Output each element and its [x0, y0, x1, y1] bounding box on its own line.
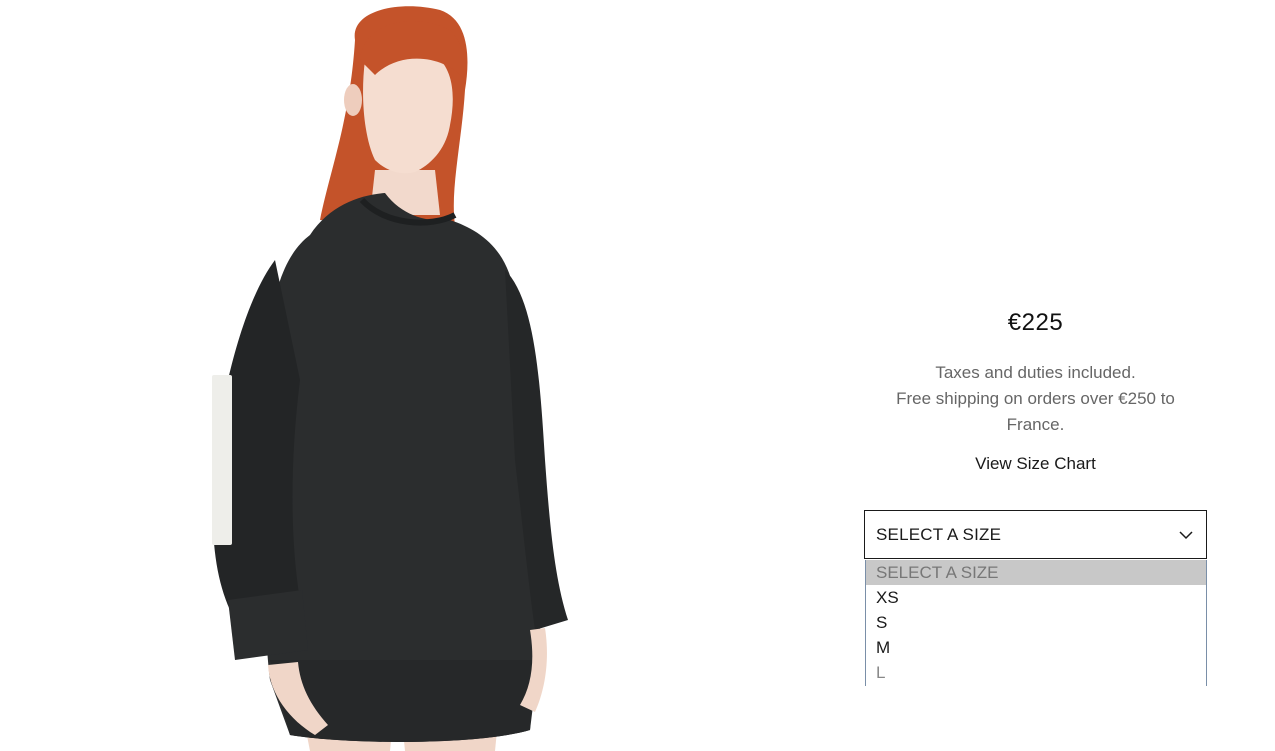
tax-note: Taxes and duties included.	[935, 363, 1136, 382]
size-option[interactable]: M	[866, 635, 1206, 660]
chevron-down-icon	[1179, 531, 1193, 540]
product-price: €225	[1007, 309, 1064, 336]
shipping-note: Free shipping on orders over €250 to Fra…	[896, 389, 1175, 434]
view-size-chart-link[interactable]: View Size Chart	[864, 454, 1207, 474]
product-photo	[150, 0, 670, 751]
size-select[interactable]: SELECT A SIZE	[864, 510, 1207, 559]
size-option[interactable]: L	[866, 660, 1206, 685]
size-options-list: SELECT A SIZE XS S M L	[865, 560, 1207, 686]
product-page: €225 Taxes and duties included. Free shi…	[0, 0, 1275, 751]
size-option[interactable]: XS	[866, 585, 1206, 610]
model-image	[212, 6, 568, 751]
size-select-value: SELECT A SIZE	[876, 525, 1002, 544]
size-option[interactable]: S	[866, 610, 1206, 635]
product-info: €225 Taxes and duties included. Free shi…	[864, 0, 1207, 751]
size-option[interactable]: SELECT A SIZE	[866, 560, 1206, 585]
